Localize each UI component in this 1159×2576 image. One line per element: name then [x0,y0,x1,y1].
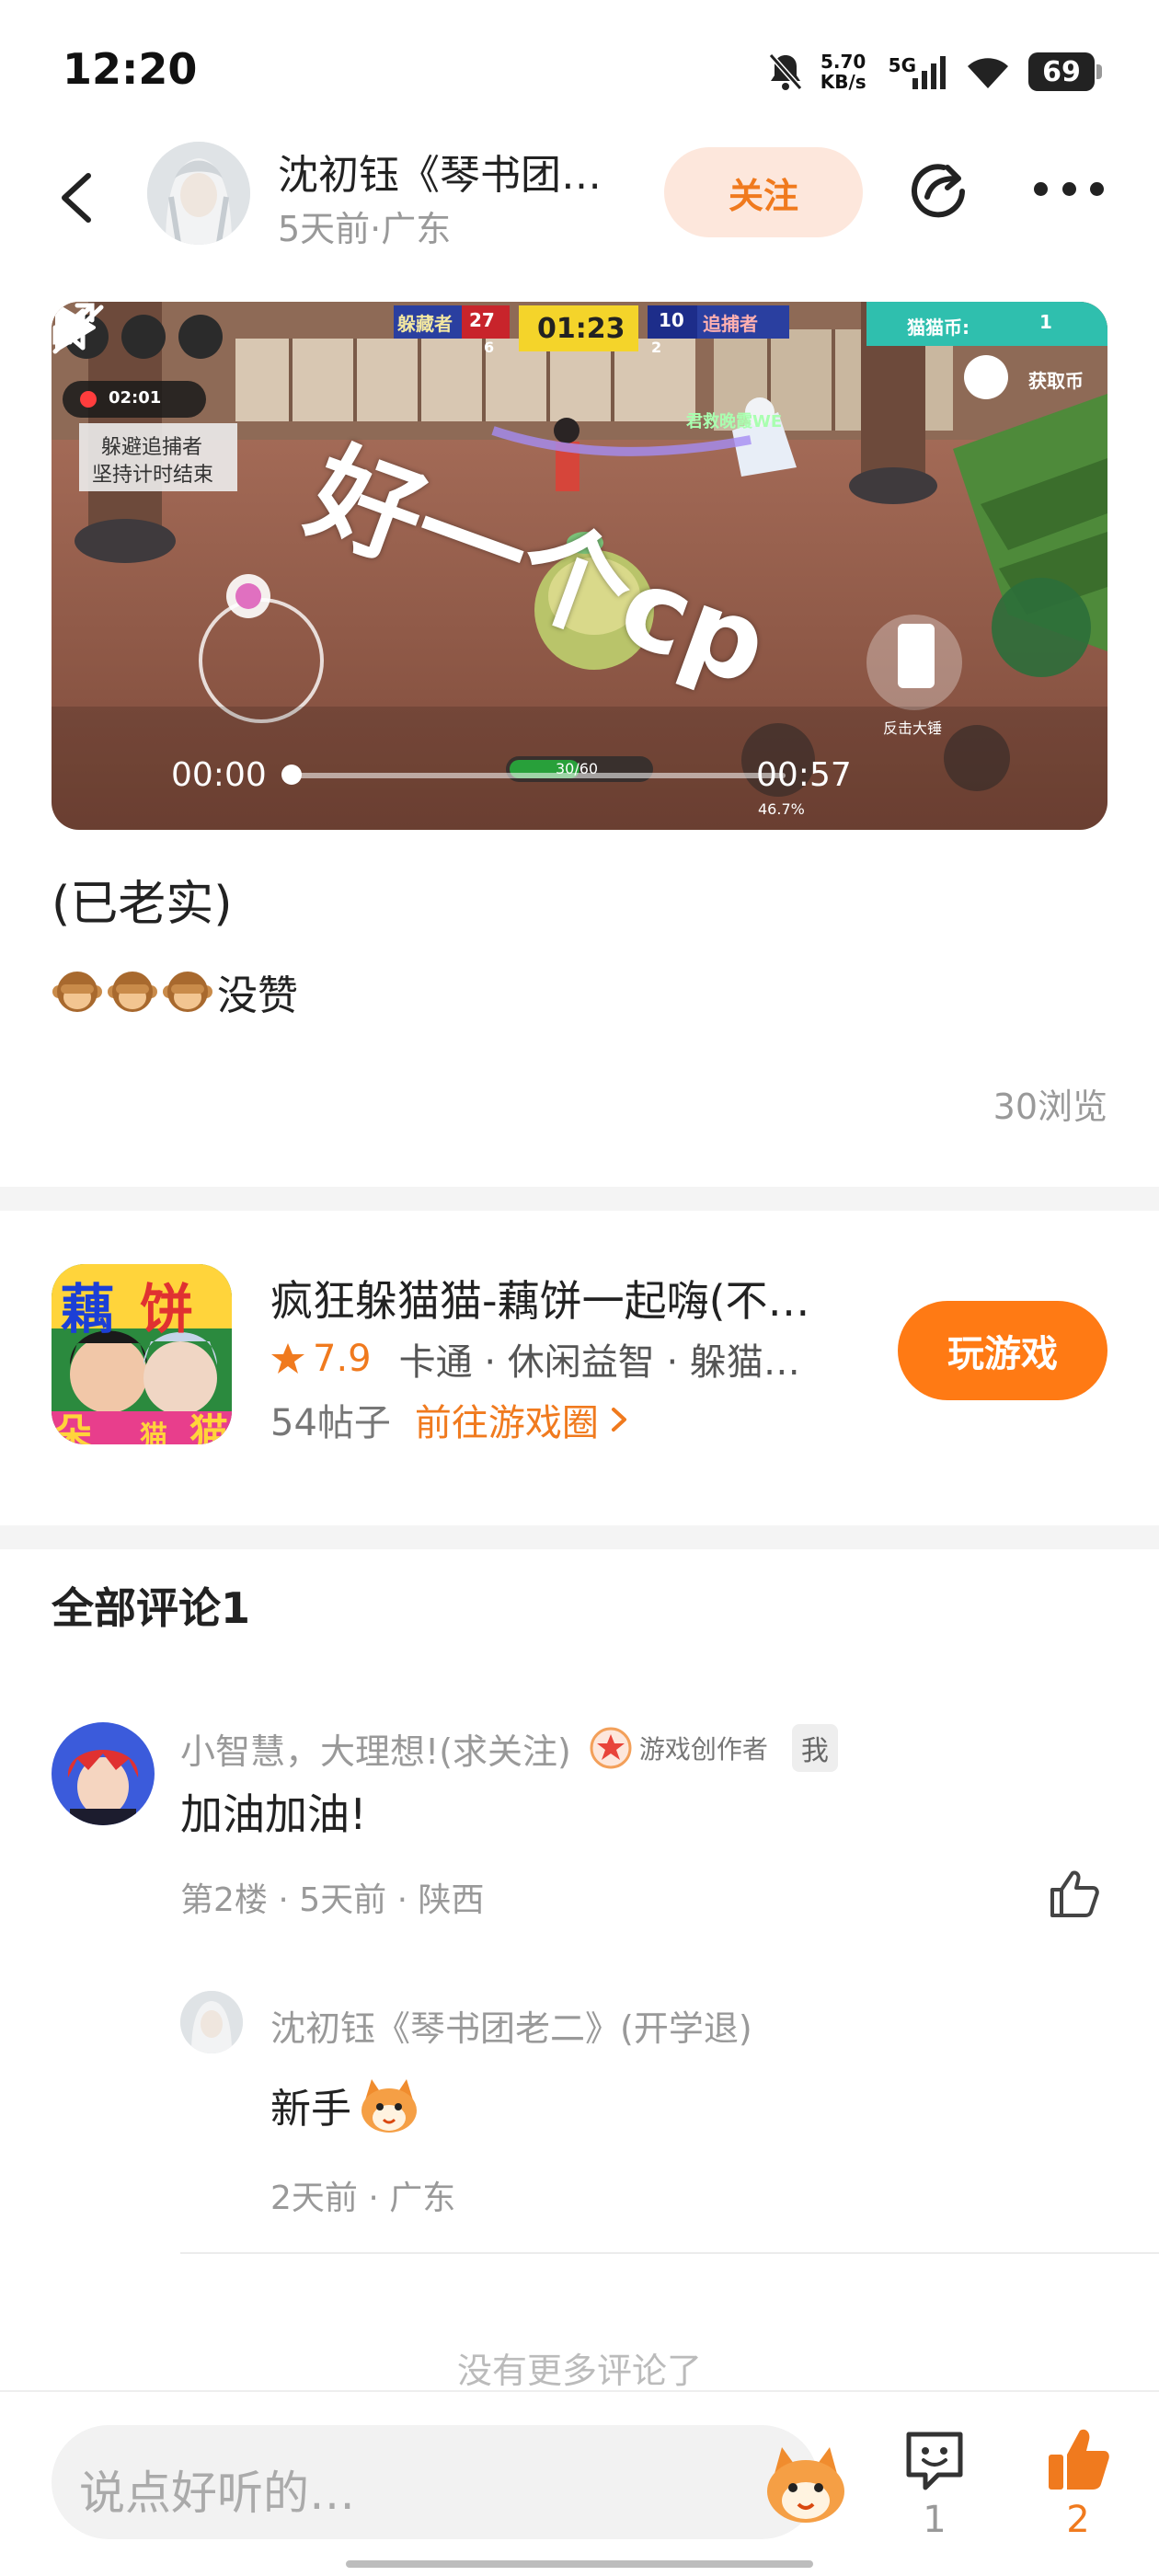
reply-text: 新手 [270,2076,421,2134]
thumbs-up-filled-icon[interactable] [1045,2425,1111,2493]
no-more-comments: 没有更多评论了 [456,2351,702,2391]
hud-rec-time: 02:01 [109,388,162,408]
hud-score-left: 27 [469,309,495,331]
see-no-evil-monkey-icon [108,972,157,1012]
comments-title: 全部评论1 [52,1583,251,1633]
emoji-icon[interactable] [760,2434,852,2530]
game-post-count: 54帖子 [270,1402,391,1444]
dot-icon [1090,182,1104,196]
me-badge: 我 [791,1724,838,1772]
reply-avatar-image [180,1991,243,2053]
game-icon-text: 猫 [189,1410,229,1444]
video-progress-bar[interactable] [289,773,786,778]
comment-text: 加油加油! [180,1789,367,1839]
thumbs-up-icon[interactable] [1049,1868,1100,1919]
follow-button[interactable]: 关注 [664,147,863,237]
hud-reward-label: 获取币 [1028,370,1084,392]
video-progress-thumb[interactable] [281,765,302,785]
game-tags: 卡通 · 休闲益智 · 躲猫… [398,1341,800,1384]
author-avatar[interactable] [147,142,250,245]
video-total-time: 00:57 [756,756,852,794]
game-rating: 7.9 [313,1338,372,1380]
hud-team-right: 追捕者 [703,313,758,335]
author-avatar-image [147,142,250,245]
creator-label: 游戏创作者 [638,1734,768,1765]
game-name[interactable]: 疯狂躲猫猫-藕饼一起嗨(不… [270,1268,810,1328]
commenter-avatar[interactable] [52,1722,155,1825]
post-header: 沈初钰《琴书团… 5天前·广东 关注 [0,138,1159,258]
game-posts-row: 54帖子 前往游戏圈 [270,1393,630,1446]
status-bar: 12:20 5.70 KB/s 5G 69 [0,0,1159,138]
see-no-evil-monkey-icon [52,972,102,1012]
game-card[interactable]: 藕 饼 朵 猫 猫 疯狂躲猫猫-藕饼一起嗨(不… 7.9 卡通 · 休闲益智 ·… [0,1213,1159,1525]
comment-input-placeholder: 说点好听的… [79,2467,355,2520]
post-body-text: 没赞 [217,972,298,1019]
squirrel-emoji-icon [361,2079,417,2133]
hud-score-right: 10 [659,309,684,331]
game-icon-text: 猫 [140,1420,167,1444]
commenter-name-row: 小智慧，大理想!(求关注) 游戏创作者 我 [180,1722,838,1774]
hud-player-name: 君救晚霞WE [686,412,783,431]
section-divider [0,1187,1159,1211]
net-speed: 5.70 KB/s [820,51,866,93]
comment-input[interactable]: 说点好听的… [52,2425,844,2539]
commenter-avatar-image [52,1722,155,1825]
dot-icon [1061,182,1076,196]
hud-count-right: 2 [651,339,662,356]
view-count: 30浏览 [993,1087,1107,1127]
section-divider [0,1525,1159,1549]
hud-coin-label: 猫猫币: [907,316,970,339]
post-body: 没赞 [52,962,298,1021]
game-icon-text: 藕 [61,1278,115,1340]
signal-icon [912,56,946,89]
like-count: 2 [1066,2499,1090,2541]
video-player[interactable]: 躲藏者 27 6 01:23 10 2 追捕者 猫猫币: 1 获取币 02:01… [52,302,1107,830]
post-title: (已老实) [52,877,233,932]
comment-divider [180,2252,1159,2254]
status-icons: 5.70 KB/s 5G 69 [767,46,1102,98]
more-options-button[interactable] [1034,182,1104,201]
game-icon-text: 朵 [53,1410,93,1444]
status-time: 12:20 [63,44,198,94]
share-icon[interactable] [907,158,971,223]
battery-indicator: 69 [1028,52,1102,91]
bottom-action-bar: 说点好听的… 1 2 [0,2390,1159,2576]
hud-team-left: 躲藏者 [397,313,453,335]
game-rating-row: 7.9 卡通 · 休闲益智 · 躲猫… [270,1332,800,1386]
back-arrow-icon[interactable] [52,170,103,225]
star-icon [271,1343,304,1374]
game-icon[interactable]: 藕 饼 朵 猫 猫 [52,1264,232,1444]
reply-avatar[interactable] [180,1991,243,2053]
hud-count-left: 6 [484,339,495,356]
dot-icon [1034,182,1048,196]
reply-text-content: 新手 [270,2086,351,2133]
hud-timer: 01:23 [537,313,625,345]
creator-badge-icon [590,1727,632,1769]
wifi-icon [968,58,1008,88]
hud-coin-value: 1 [1039,311,1052,333]
comment-meta: 第2楼 · 5天前 · 陕西 [180,1881,485,1919]
video-current-time: 00:00 [171,756,267,794]
game-icon-text: 饼 [140,1278,194,1340]
fullscreen-icon[interactable] [52,302,96,346]
chevron-right-icon[interactable] [608,1406,630,1433]
bell-off-icon [768,53,802,90]
author-meta: 5天前·广东 [278,209,452,249]
see-no-evil-monkey-icon [163,972,212,1012]
reply-author-name[interactable]: 沈初钰《琴书团老二》(开学退) [270,2000,752,2051]
play-game-button[interactable]: 玩游戏 [898,1301,1107,1400]
hud-hammer-label: 反击大锤 [883,719,943,737]
network-type: 5G [888,54,916,76]
comment-icon[interactable] [901,2429,968,2493]
goto-game-circle-link[interactable]: 前往游戏圈 [415,1393,599,1446]
reply-meta: 2天前 · 广东 [270,2179,456,2217]
comment-count: 1 [923,2499,947,2541]
commenter-name[interactable]: 小智慧，大理想!(求关注) [180,1723,571,1774]
hud-percent: 46.7% [758,800,805,818]
hud-task-line2: 坚持计时结束 [92,464,214,487]
home-indicator [346,2560,813,2568]
author-name[interactable]: 沈初钰《琴书团… [278,142,602,201]
hud-task-line1: 躲避追捕者 [101,436,203,459]
